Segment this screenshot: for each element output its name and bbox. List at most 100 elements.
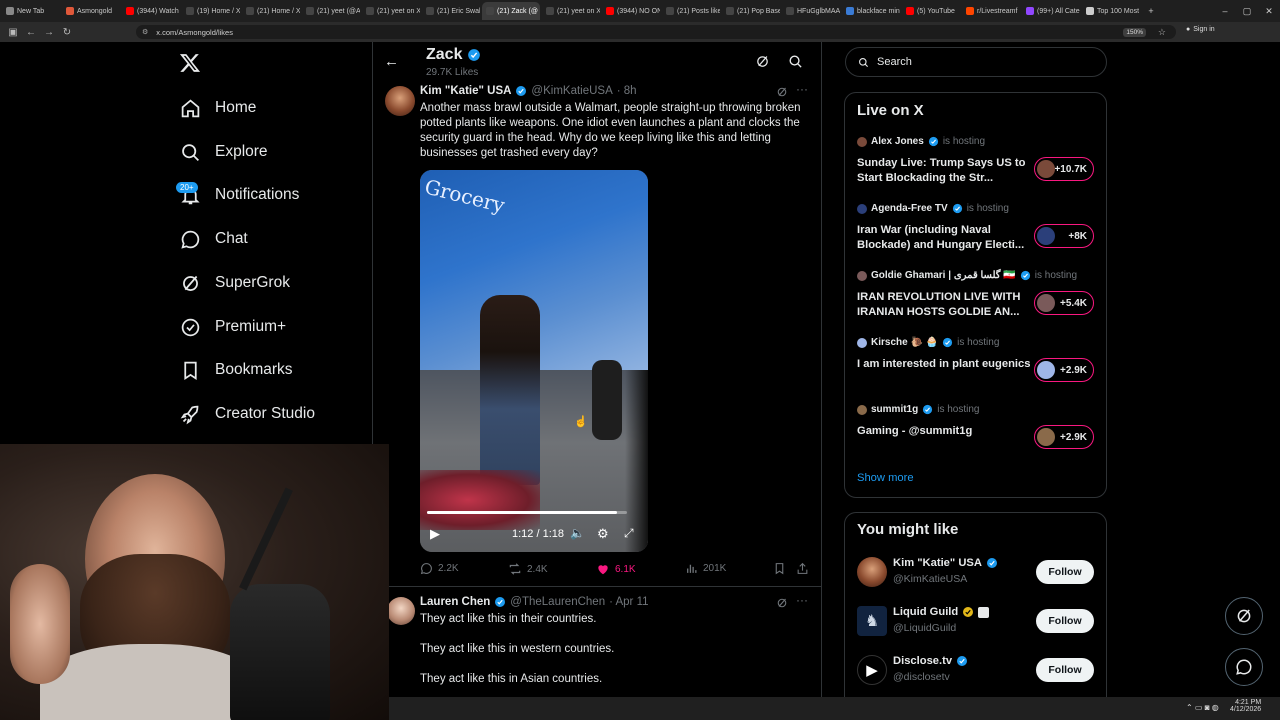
suggest-name-row[interactable]: Disclose.tv — [893, 655, 968, 667]
live-host-row[interactable]: Agenda-Free TV is hosting — [857, 203, 1009, 214]
browser-tab[interactable]: blackface mini — [842, 2, 900, 20]
browser-tab[interactable]: (21) Posts like — [662, 2, 720, 20]
browser-tab[interactable]: (5) YouTube — [902, 2, 960, 20]
follow-button[interactable]: Follow — [1036, 609, 1094, 633]
back-arrow-icon[interactable]: ← — [384, 53, 399, 70]
more-options-icon[interactable]: ··· — [796, 593, 808, 607]
chat-fab-button[interactable] — [1225, 648, 1263, 686]
url-field[interactable]: ⚙ x.com/Asmongold/likes 150% ☆ — [136, 25, 1176, 39]
live-host-row[interactable]: summit1g is hosting — [857, 404, 979, 415]
browser-tab[interactable]: New Tab — [2, 2, 60, 20]
nav-home[interactable]: Home — [180, 93, 256, 123]
taskbar-clock[interactable]: 4:21 PM 4/12/2026 — [1230, 699, 1261, 713]
browser-tab[interactable]: Top 100 Most — [1082, 2, 1140, 20]
browser-tab[interactable]: (21) yeet on X — [362, 2, 420, 20]
video-player[interactable]: Grocery ▶ 1:12 / 1:18 🔈 ⚙ ⤢ — [420, 170, 648, 552]
suggest-name-row[interactable]: Liquid Guild — [893, 606, 990, 618]
live-space-title[interactable]: I am interested in plant eugenics — [857, 357, 1032, 372]
listener-count-pill[interactable]: +8K — [1034, 224, 1094, 248]
share-button[interactable] — [796, 562, 809, 580]
like-button[interactable]: 6.1K — [596, 562, 636, 576]
live-space-title[interactable]: Sunday Live: Trump Says US to Start Bloc… — [857, 156, 1032, 186]
search-input[interactable]: Search — [845, 47, 1107, 77]
minimize-icon[interactable]: – — [1214, 6, 1236, 16]
browser-tab[interactable]: HFuGglbMAA — [782, 2, 840, 20]
zoom-badge[interactable]: 150% — [1123, 27, 1146, 37]
volume-icon[interactable]: 🔈 — [570, 526, 585, 540]
settings-gear-icon[interactable]: ⚙ — [597, 526, 609, 542]
nav-notifications[interactable]: Notifications — [180, 180, 299, 210]
follow-button[interactable]: Follow — [1036, 658, 1094, 682]
grok-fab-button[interactable] — [1225, 597, 1263, 635]
browser-tab[interactable]: r/Livestreamf — [962, 2, 1020, 20]
profile-sign-in[interactable]: ● Sign in — [1186, 26, 1215, 33]
post-author-handle[interactable]: @KimKatieUSA — [531, 85, 612, 97]
new-tab-icon[interactable]: + — [1140, 6, 1162, 16]
site-info-icon[interactable]: ⚙ — [142, 28, 148, 36]
grok-post-button[interactable] — [776, 596, 788, 614]
back-icon[interactable]: ← — [22, 27, 40, 38]
nav-bookmarks[interactable]: Bookmarks — [180, 355, 293, 385]
maximize-icon[interactable]: ▢ — [1236, 6, 1258, 17]
fullscreen-icon[interactable]: ⤢ — [624, 526, 634, 541]
suggest-handle: @KimKatieUSA — [893, 573, 968, 585]
live-space-title[interactable]: Gaming - @summit1g — [857, 424, 1032, 439]
browser-tab[interactable]: (3944) NO ON — [602, 2, 660, 20]
browser-tab[interactable]: (3944) Watch — [122, 2, 180, 20]
play-icon[interactable]: ▶ — [430, 526, 440, 542]
live-host-row[interactable]: Kirsche 🐌 🧁 is hosting — [857, 337, 999, 348]
browser-tab[interactable]: (21) yeet on X — [542, 2, 600, 20]
browser-tab[interactable]: (21) Eric Swal — [422, 2, 480, 20]
post-avatar[interactable] — [387, 597, 415, 625]
suggest-name-row[interactable]: Kim "Katie" USA — [893, 557, 998, 569]
browser-tab[interactable]: (21) yeet (@A — [302, 2, 360, 20]
post-timestamp[interactable]: · 8h — [617, 85, 637, 97]
follow-button[interactable]: Follow — [1036, 560, 1094, 584]
live-host-row[interactable]: Goldie Ghamari | گلسا قمری 🇮🇷 is hosting — [857, 270, 1077, 281]
show-more-link[interactable]: Show more — [857, 472, 914, 484]
post-timestamp[interactable]: · Apr 11 — [609, 596, 648, 608]
browser-tab[interactable]: (99+) All Cate — [1022, 2, 1080, 20]
listener-count-pill[interactable]: +5.4K — [1034, 291, 1094, 315]
browser-tab[interactable]: (21) Home / X — [242, 2, 300, 20]
nav-chat[interactable]: Chat — [180, 224, 248, 254]
tray-icons[interactable]: ⌃ ▭ ◙ ◍ — [1186, 703, 1219, 712]
post-author-name[interactable]: Kim "Katie" USA — [420, 85, 511, 97]
close-icon[interactable]: ✕ — [1258, 6, 1280, 17]
live-space-title[interactable]: IRAN REVOLUTION LIVE WITH IRANIAN HOSTS … — [857, 290, 1032, 320]
browser-tab[interactable]: (19) Home / X — [182, 2, 240, 20]
reply-count: 2.2K — [438, 563, 459, 574]
x-logo[interactable] — [179, 52, 201, 79]
live-space-title[interactable]: Iran War (including Naval Blockade) and … — [857, 223, 1032, 253]
nav-supergrok[interactable]: SuperGrok — [180, 268, 290, 298]
views-button[interactable]: 201K — [685, 562, 726, 575]
liquid-logo-icon[interactable]: ♞ — [857, 606, 887, 636]
repost-button[interactable]: 2.4K — [508, 562, 548, 576]
nav-premium[interactable]: Premium+ — [180, 312, 286, 342]
grok-button[interactable] — [755, 54, 770, 74]
listener-count-pill[interactable]: +2.9K — [1034, 358, 1094, 382]
post-author-handle[interactable]: @TheLaurenChen — [510, 596, 605, 608]
listener-count: +8K — [1068, 230, 1087, 242]
browser-tab[interactable]: (21) Zack (@ — [482, 2, 540, 20]
nav-explore[interactable]: Explore — [180, 137, 268, 167]
favorite-star-icon[interactable]: ☆ — [1158, 27, 1166, 38]
post-avatar[interactable] — [385, 86, 415, 116]
bookmark-button[interactable] — [773, 562, 786, 580]
reload-icon[interactable]: ↻ — [58, 27, 76, 38]
browser-tab[interactable]: (21) Pop Base — [722, 2, 780, 20]
live-host-row[interactable]: Alex Jones is hosting — [857, 136, 985, 147]
disclose-logo-icon[interactable]: ▶ — [857, 655, 887, 685]
forward-icon[interactable]: → — [40, 27, 58, 38]
listener-count-pill[interactable]: +2.9K — [1034, 425, 1094, 449]
listener-count-pill[interactable]: +10.7K — [1034, 157, 1094, 181]
reply-button[interactable]: 2.2K — [420, 562, 459, 575]
more-options-icon[interactable]: ··· — [796, 82, 808, 96]
browser-tab[interactable]: Asmongold — [62, 2, 120, 20]
header-search-button[interactable] — [788, 54, 803, 74]
video-progress-track[interactable] — [427, 511, 627, 514]
suggest-avatar[interactable] — [857, 557, 887, 587]
post-author-name[interactable]: Lauren Chen — [420, 596, 490, 608]
nav-creator-studio[interactable]: Creator Studio — [180, 399, 315, 429]
sidebar-toggle-icon[interactable]: ▣ — [4, 27, 22, 38]
